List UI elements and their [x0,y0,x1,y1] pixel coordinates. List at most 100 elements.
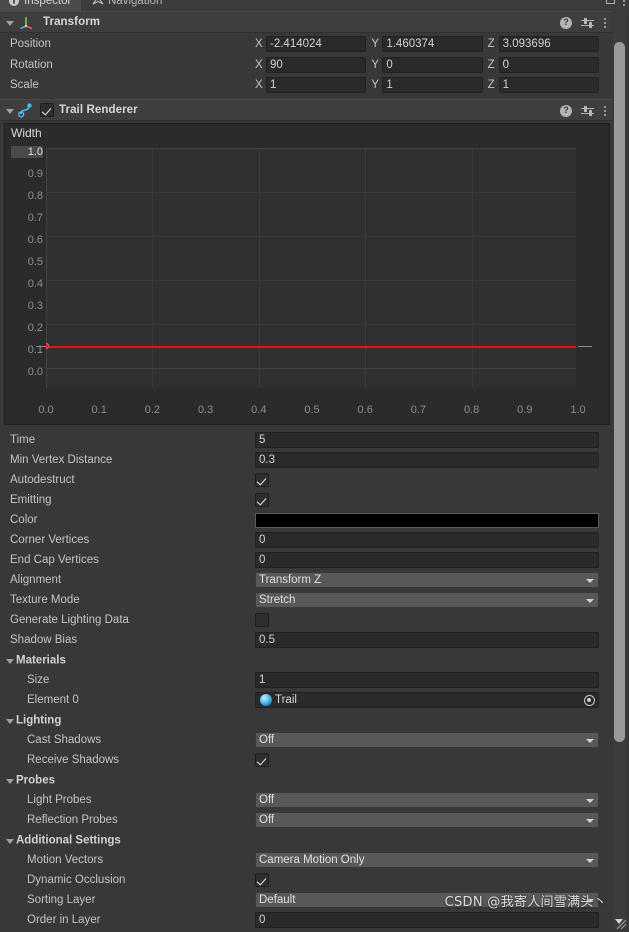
curve-x-tick-label: 0.7 [410,404,427,416]
help-icon[interactable] [560,16,572,29]
kebab-menu-icon[interactable] [603,105,607,118]
inspector-tab-strip: Inspector Navigation [0,0,629,11]
property-field: Camera Motion Only [255,852,612,868]
axis-label-z: Z [487,79,495,91]
dropdown-select[interactable]: Transform Z [255,572,599,588]
property-row: Light Probes Off [0,790,612,810]
object-picker-icon[interactable] [584,694,595,706]
transform-title: Transform [43,16,101,28]
tab-navigation[interactable]: Navigation [84,0,173,11]
number-input[interactable]: 1 [255,672,599,688]
transform-foldout-arrow[interactable] [3,16,16,29]
position-x-input[interactable]: -2.414024 [266,36,367,52]
preset-icon[interactable] [581,17,594,30]
property-section-header[interactable]: Probes [0,770,612,790]
section-foldout-arrow[interactable] [3,714,16,727]
trail-renderer-enabled-checkbox[interactable] [40,103,54,117]
row-rotation: Rotation X 90 Y 0 Z 0 [0,55,612,75]
transform-header[interactable]: Transform [0,11,612,33]
width-curve-editor[interactable]: Width 1.0 0.9 0.8 0.7 0.6 0.5 0.4 0.3 0.2 0.1 0.0 0… [4,123,610,425]
chevron-down-icon [586,819,594,823]
trail-renderer-foldout-arrow[interactable] [3,104,16,117]
preset-icon[interactable] [581,105,594,118]
curve-keyframe-handle[interactable] [46,343,49,349]
position-y-input[interactable]: 1.460374 [382,36,483,52]
window-kebab-menu-icon[interactable] [622,0,626,8]
checkbox-toggle[interactable] [255,873,269,887]
transform-header-icons [560,12,607,34]
color-swatch-field[interactable] [255,512,599,528]
scrollbar-thumb[interactable] [614,42,625,742]
checkbox-toggle[interactable] [255,753,269,767]
property-section-header[interactable]: Lighting [0,710,612,730]
row-position: Position X -2.414024 Y 1.460374 Z 3.0936… [0,33,612,55]
number-input[interactable]: 5 [255,432,599,448]
checkbox-toggle[interactable] [255,473,269,487]
number-input[interactable]: 0 [255,552,599,568]
property-field: 0 [255,532,612,548]
dropdown-select[interactable]: Off [255,732,599,748]
inspector-vertical-scrollbar[interactable] [613,11,626,915]
property-row: Corner Vertices 0 [0,530,612,550]
property-label: Color [10,514,38,526]
component-transform: Transform Position X -2.414024 Y 1.46037 [0,11,612,95]
object-reference-field[interactable]: Trail [255,692,599,708]
dropdown-select[interactable]: Camera Motion Only [255,852,599,868]
rotation-z-input[interactable]: 0 [498,57,599,73]
trail-renderer-title: Trail Renderer [59,104,138,116]
property-field [255,493,612,507]
chevron-down-icon [586,739,594,743]
dropdown-select[interactable]: Off [255,792,599,808]
gridline-vertical [46,148,47,388]
number-input[interactable]: 0.5 [255,632,599,648]
resize-grip-icon[interactable] [614,917,628,931]
checkbox-toggle[interactable] [255,493,269,507]
curve-x-tick-label: 0.6 [357,404,373,416]
property-label: Size [27,674,50,686]
property-section-header[interactable]: Materials [0,650,612,670]
checkbox-toggle[interactable] [255,613,269,627]
unity-inspector-window: Inspector Navigation Transform ? Positio… [0,0,629,932]
dropdown-select[interactable]: Off [255,812,599,828]
rotation-y-input[interactable]: 0 [382,57,483,73]
position-z-input[interactable]: 3.093696 [498,36,599,52]
dropdown-select[interactable]: Stretch [255,592,599,608]
number-input[interactable]: 0 [255,912,599,928]
property-field: 0 [255,912,612,928]
scale-y-input[interactable]: 1 [382,77,483,93]
property-field: 0.5 [255,632,612,648]
maximize-icon[interactable] [606,0,615,7]
curve-plot-area[interactable] [46,148,576,388]
property-row: Time 5 [0,430,612,450]
section-foldout-arrow[interactable] [3,654,16,667]
property-label: Light Probes [27,794,92,806]
tab-inspector[interactable]: Inspector [0,0,82,11]
curve-y-tick-label: 0.7 [27,212,43,224]
property-field: Trail [255,692,612,708]
scale-x-input[interactable]: 1 [266,77,367,93]
section-foldout-arrow[interactable] [3,834,16,847]
property-section-header[interactable]: Additional Settings [0,830,612,850]
curve-x-tick-label: 0.5 [304,404,320,416]
axis-label-y: Y [371,38,379,50]
property-row: Motion Vectors Camera Motion Only [0,850,612,870]
property-label: Motion Vectors [27,854,104,866]
rotation-x-input[interactable]: 90 [266,57,367,73]
property-row: Emitting [0,490,612,510]
curve-y-tick-label: 1.0 [11,146,43,158]
section-foldout-arrow[interactable] [3,774,16,787]
scale-z-input[interactable]: 1 [498,77,599,93]
number-input[interactable]: 0 [255,532,599,548]
gridline-vertical [152,148,153,388]
window-controls [606,0,626,11]
trail-renderer-header[interactable]: Trail Renderer [0,99,612,121]
number-input[interactable]: 0.3 [255,452,599,468]
kebab-menu-icon[interactable] [603,17,607,30]
property-label: Additional Settings [0,834,255,847]
dropdown-value: Off [259,734,275,746]
chevron-down-icon [586,859,594,863]
property-field [255,512,612,528]
curve-y-tick-label: 0.3 [27,300,43,312]
help-icon[interactable] [560,104,572,117]
property-label: Sorting Layer [27,894,96,906]
